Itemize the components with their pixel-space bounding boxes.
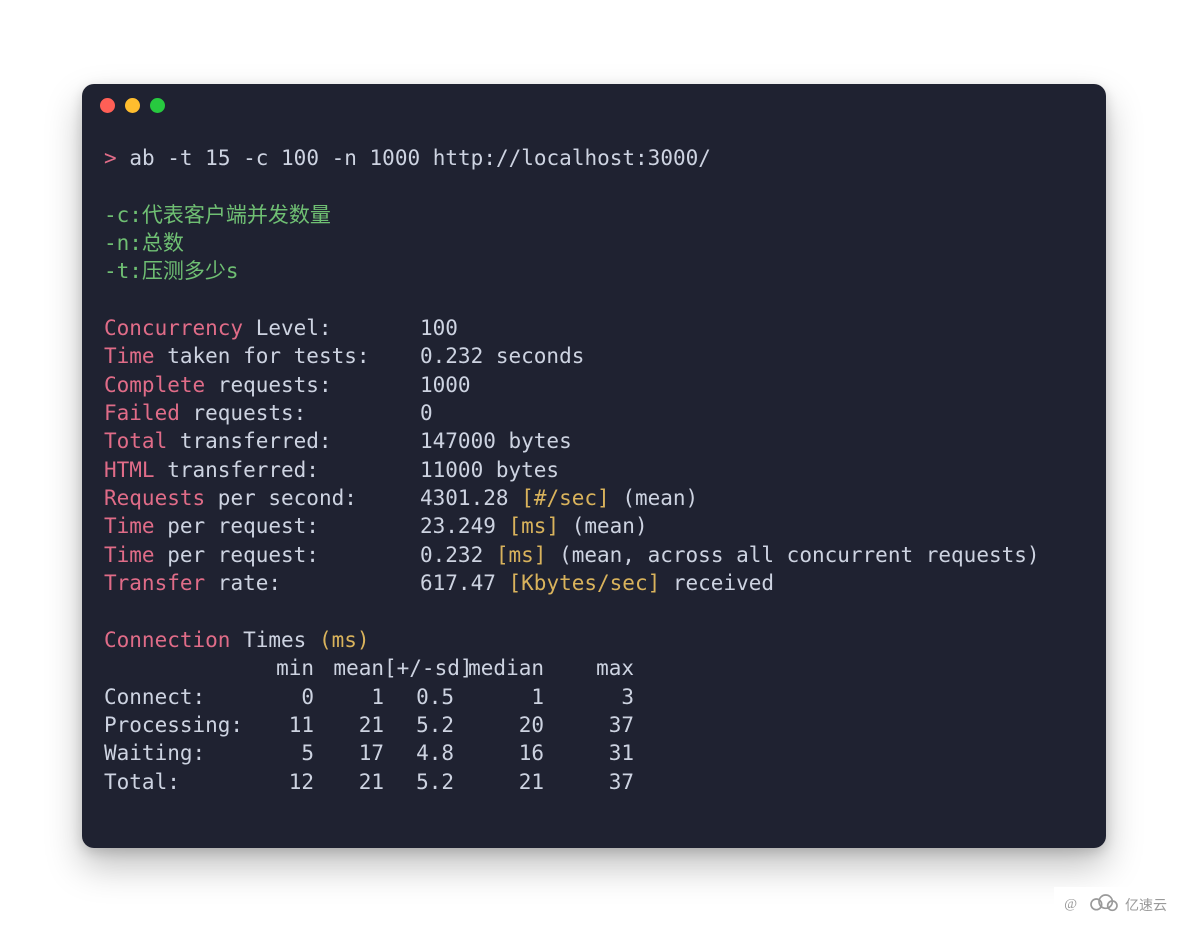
stat-unit: [ms]: [496, 543, 547, 567]
watermark-text: 亿速云: [1125, 895, 1167, 915]
conn-mean: 1: [314, 683, 384, 711]
stat-value: 0.232 seconds: [420, 344, 584, 368]
conn-heading-key: Connection: [104, 628, 230, 652]
stat-value: 0: [420, 401, 433, 425]
conn-min: 5: [254, 739, 314, 767]
stat-value: 0.232: [420, 543, 483, 567]
conn-sd: 4.8: [384, 739, 454, 767]
conn-median: 1: [454, 683, 544, 711]
stat-value: 4301.28: [420, 486, 509, 510]
stat-rest: requests:: [205, 373, 331, 397]
conn-sd: 5.2: [384, 711, 454, 739]
conn-min: 11: [254, 711, 314, 739]
stat-value: 1000: [420, 373, 471, 397]
stat-suffix: received: [660, 571, 774, 595]
stat-key: Time: [104, 543, 155, 567]
stat-rest: taken for tests:: [155, 344, 370, 368]
close-icon[interactable]: [100, 98, 115, 113]
conn-heading-unit: (ms): [319, 628, 370, 652]
conn-heading-rest: Times: [230, 628, 319, 652]
conn-max: 31: [544, 739, 634, 767]
conn-mean: 21: [314, 711, 384, 739]
stat-unit: [ms]: [509, 514, 560, 538]
stat-key: Transfer: [104, 571, 205, 595]
stat-key: Time: [104, 344, 155, 368]
note-line: -c:代表客户端并发数量: [104, 203, 331, 227]
stat-rest: Level:: [243, 316, 332, 340]
conn-row-name: Total:: [104, 768, 254, 796]
cloud-icon: [1087, 893, 1119, 916]
stat-rest: per request:: [155, 543, 319, 567]
conn-col-max: max: [544, 654, 634, 682]
conn-sd: 5.2: [384, 768, 454, 796]
conn-max: 3: [544, 683, 634, 711]
conn-col-mean: mean: [314, 654, 384, 682]
conn-min: 12: [254, 768, 314, 796]
stat-key: Total: [104, 429, 167, 453]
stat-rest: per request:: [155, 514, 319, 538]
conn-col-sd: [+/-sd]: [384, 654, 454, 682]
conn-col-min: min: [254, 654, 314, 682]
stat-value: 617.47: [420, 571, 496, 595]
stat-rest: rate:: [205, 571, 281, 595]
titlebar: [82, 84, 1106, 126]
stat-rest: transferred:: [167, 429, 331, 453]
stat-value: 11000 bytes: [420, 458, 559, 482]
note-line: -n:总数: [104, 231, 184, 255]
conn-mean: 17: [314, 739, 384, 767]
stat-key: Requests: [104, 486, 205, 510]
conn-mean: 21: [314, 768, 384, 796]
stat-value: 100: [420, 316, 458, 340]
conn-col-median: median: [454, 654, 544, 682]
stat-unit: [Kbytes/sec]: [509, 571, 661, 595]
watermark: @ 亿速云: [1054, 887, 1177, 922]
stat-rest: transferred:: [155, 458, 319, 482]
prompt-symbol: >: [104, 146, 117, 170]
conn-min: 0: [254, 683, 314, 711]
stat-rest: per second:: [205, 486, 357, 510]
stat-key: Complete: [104, 373, 205, 397]
stat-unit: [#/sec]: [521, 486, 610, 510]
stat-key: HTML: [104, 458, 155, 482]
stat-value: 147000 bytes: [420, 429, 572, 453]
terminal-window: > ab -t 15 -c 100 -n 1000 http://localho…: [82, 84, 1106, 848]
terminal-output: > ab -t 15 -c 100 -n 1000 http://localho…: [82, 126, 1106, 820]
watermark-at: @: [1064, 897, 1077, 913]
conn-row-name: Processing:: [104, 711, 254, 739]
conn-median: 21: [454, 768, 544, 796]
conn-sd: 0.5: [384, 683, 454, 711]
minimize-icon[interactable]: [125, 98, 140, 113]
note-line: -t:压测多少s: [104, 259, 239, 283]
stat-suffix: (mean): [559, 514, 648, 538]
stat-suffix: (mean, across all concurrent requests): [546, 543, 1039, 567]
conn-row-name: Waiting:: [104, 739, 254, 767]
stat-key: Failed: [104, 401, 180, 425]
command-text: ab -t 15 -c 100 -n 1000 http://localhost…: [129, 146, 711, 170]
stat-key: Concurrency: [104, 316, 243, 340]
stat-suffix: (mean): [610, 486, 699, 510]
conn-median: 16: [454, 739, 544, 767]
conn-median: 20: [454, 711, 544, 739]
conn-row-name: Connect:: [104, 683, 254, 711]
maximize-icon[interactable]: [150, 98, 165, 113]
stat-value: 23.249: [420, 514, 496, 538]
stat-key: Time: [104, 514, 155, 538]
conn-max: 37: [544, 768, 634, 796]
stat-rest: requests:: [180, 401, 306, 425]
conn-max: 37: [544, 711, 634, 739]
